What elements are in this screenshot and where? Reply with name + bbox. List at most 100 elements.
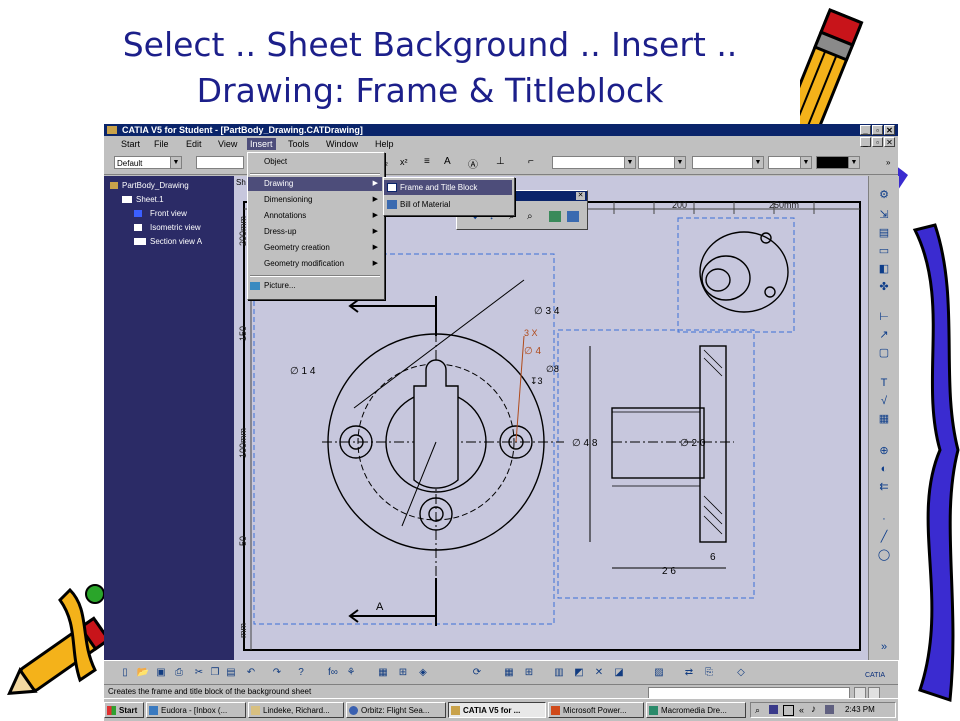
menu-insert[interactable]: Insert	[247, 138, 276, 150]
menu-view[interactable]: View	[215, 138, 240, 150]
grid-display-icon[interactable]: ▦	[502, 666, 516, 680]
print-icon[interactable]: ⎙	[172, 666, 186, 680]
cut-icon[interactable]: ✂	[192, 666, 206, 680]
redo-icon[interactable]: ↷	[270, 666, 284, 680]
insert-menu-item-dress-up[interactable]: Dress-up ▶	[248, 225, 382, 239]
menu-tools[interactable]: Tools	[285, 138, 312, 150]
tolerance-display-icon[interactable]: ▨	[652, 666, 666, 680]
export-icon[interactable]: ⎘	[702, 666, 716, 680]
style-combo[interactable]: Default ▼	[114, 156, 182, 169]
save-icon[interactable]: ▣	[154, 666, 168, 680]
text-tool-icon[interactable]: T	[876, 376, 892, 390]
filter-icon[interactable]: ◪	[612, 666, 626, 680]
close-icon[interactable]: ✕	[576, 192, 585, 200]
maximize-button[interactable]: ▫	[872, 125, 883, 135]
tree-item-drawing[interactable]: PartBody_Drawing	[122, 181, 189, 191]
tree-item-section-view[interactable]: Section view A	[150, 237, 202, 247]
snap-to-point-icon[interactable]: ⊞	[522, 666, 536, 680]
layout-tool-icon[interactable]: ▤	[876, 226, 892, 240]
taskbar-button-catia[interactable]: CATIA V5 for ...	[448, 702, 546, 718]
anchor-icon[interactable]: Ⓐ	[468, 156, 478, 171]
catalog-icon[interactable]	[567, 211, 579, 222]
chevron-down-icon[interactable]: ▼	[674, 157, 685, 168]
line-tool-icon[interactable]: ╱	[876, 530, 892, 544]
tree-item-isometric-view[interactable]: Isometric view	[150, 223, 201, 233]
menu-file[interactable]: File	[151, 138, 172, 150]
insert-menu-item-geometry-modification[interactable]: Geometry modification ▶	[248, 257, 382, 271]
tree-item-front-view[interactable]: Front view	[150, 209, 187, 219]
menu-start[interactable]: Start	[118, 138, 143, 150]
submenu-item-frame-title-block[interactable]: Frame and Title Block	[384, 180, 512, 195]
dimension-system-icon[interactable]: ▥	[552, 666, 566, 680]
chevron-down-icon[interactable]: ▼	[624, 157, 635, 168]
taskbar-button-powerpoint[interactable]: Microsoft Power...	[548, 702, 644, 718]
cosmetic-icon[interactable]: ✕	[592, 666, 606, 680]
thread-tool-icon[interactable]: ◐	[876, 462, 892, 476]
insert-menu-item-picture[interactable]: Picture...	[248, 279, 382, 293]
grid-icon[interactable]: ▦	[376, 666, 390, 680]
tray-app-icon[interactable]	[769, 705, 778, 714]
insert-menu-item-annotations[interactable]: Annotations ▶	[248, 209, 382, 223]
taskbar-button-lindeke[interactable]: Lindeke, Richard...	[248, 702, 344, 718]
tree-icon[interactable]: ⚘	[344, 666, 358, 680]
update-icon[interactable]: ⟳	[470, 666, 484, 680]
swap-icon[interactable]: ⇄	[682, 666, 696, 680]
projection-tool-icon[interactable]: ◧	[876, 262, 892, 276]
tree-item-sheet[interactable]: Sheet.1	[136, 195, 164, 205]
submenu-item-bill-of-material[interactable]: Bill of Material	[384, 197, 512, 212]
color-combo[interactable]: ▼	[692, 156, 764, 169]
tolerance-tool-icon[interactable]: ▢	[876, 346, 892, 360]
formula-icon[interactable]: f∞	[326, 666, 340, 680]
insert-menu-item-dimensioning[interactable]: Dimensioning ▶	[248, 193, 382, 207]
line-thickness-icon[interactable]: ⌐	[528, 156, 534, 167]
doc-maximize-button[interactable]: ▫	[872, 137, 883, 147]
auto-dim-tool-icon[interactable]: ↗	[876, 328, 892, 342]
point-tool-icon[interactable]: ·	[876, 512, 892, 526]
tray-window-icon[interactable]	[783, 705, 794, 716]
window-titlebar[interactable]: CATIA V5 for Student - [PartBody_Drawing…	[104, 124, 898, 136]
detail-tool-icon[interactable]: ✤	[876, 280, 892, 294]
chevron-down-icon[interactable]: ▼	[800, 157, 811, 168]
menu-help[interactable]: Help	[372, 138, 397, 150]
select-tool-icon[interactable]: ⚙	[876, 188, 892, 202]
text-frame-icon[interactable]: A	[444, 156, 451, 167]
sheet-icon[interactable]	[549, 211, 561, 222]
minimize-button[interactable]: _	[860, 125, 871, 135]
undo-icon[interactable]: ↶	[244, 666, 258, 680]
pattern-combo[interactable]: ▼	[768, 156, 812, 169]
taskbar-button-orbitz[interactable]: Orbitz: Flight Sea...	[346, 702, 446, 718]
taskbar-button-dreamweaver[interactable]: Macromedia Dre...	[646, 702, 746, 718]
close-button[interactable]: ✕	[884, 125, 895, 135]
tray-search-icon[interactable]: ⌕	[755, 705, 760, 716]
axis-tool-icon[interactable]: ⇇	[876, 480, 892, 494]
chevron-down-icon[interactable]: ▼	[170, 157, 181, 168]
menu-window[interactable]: Window	[323, 138, 361, 150]
dimension-tools-icon[interactable]: ⊥	[496, 156, 505, 167]
doc-minimize-button[interactable]: _	[860, 137, 871, 147]
insert-menu-item-object[interactable]: Object	[248, 155, 382, 169]
copy-icon[interactable]: ❐	[208, 666, 222, 680]
symbol-tool-icon[interactable]: √	[876, 394, 892, 408]
chevron-down-icon[interactable]: ▼	[848, 157, 859, 168]
insert-menu-item-drawing[interactable]: Drawing ▶	[248, 177, 382, 191]
dimension-tool-icon[interactable]: ⊢	[876, 310, 892, 324]
analysis-display-icon[interactable]: ◩	[572, 666, 586, 680]
toolbar-overflow-icon[interactable]: »	[886, 158, 890, 167]
table-tool-icon[interactable]: ▦	[876, 412, 892, 426]
network-icon[interactable]	[825, 705, 834, 714]
doc-close-button[interactable]: ✕	[884, 137, 895, 147]
align-left-icon[interactable]: ≡	[424, 156, 430, 167]
menu-edit[interactable]: Edit	[183, 138, 205, 150]
taskbar-button-eudora[interactable]: Eudora - [Inbox (...	[146, 702, 246, 718]
open-file-icon[interactable]: 📂	[136, 666, 150, 680]
line-style-combo[interactable]: ▼	[552, 156, 636, 169]
new-file-icon[interactable]: ▯	[118, 666, 132, 680]
circle-tool-icon[interactable]: ◯	[876, 548, 892, 562]
snap-icon[interactable]: ⊞	[396, 666, 410, 680]
start-button[interactable]: Start	[104, 702, 144, 718]
fill-color-combo[interactable]: ▼	[816, 156, 860, 169]
analysis-icon[interactable]: ◈	[416, 666, 430, 680]
whats-this-icon[interactable]: ?	[294, 666, 308, 680]
tray-expand-icon[interactable]: «	[799, 705, 804, 715]
zoom-out-icon[interactable]: ⌕	[527, 211, 533, 222]
